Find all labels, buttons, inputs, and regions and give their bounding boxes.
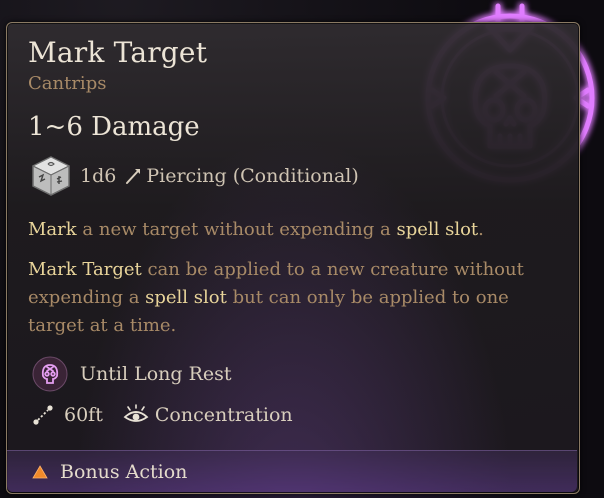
duration-row: Until Long Rest [32, 356, 232, 392]
action-cost: Bonus Action [32, 461, 187, 483]
description-text: . [478, 219, 484, 240]
duration-text: Until Long Rest [80, 363, 232, 385]
keyword-mark-target: Mark Target [28, 259, 142, 280]
description-line-1: Mark a new target without expending a sp… [28, 216, 548, 244]
description-text: a new target without expending a [76, 219, 397, 240]
concentration-eye-icon [123, 404, 149, 422]
spell-title: Mark Target [28, 36, 208, 69]
description-paragraph-2: Mark Target can be applied to a new crea… [28, 256, 548, 340]
range-icon [33, 405, 53, 425]
keyword-spell-slot: spell slot [396, 219, 479, 240]
concentration-text: Concentration [154, 404, 293, 426]
spell-category: Cantrips [28, 73, 107, 94]
keyword-mark: Mark [28, 219, 77, 240]
dice-value: 1d6 [80, 165, 117, 187]
damage-type: Piercing (Conditional) [146, 165, 359, 187]
damage-range: 1~6 Damage [28, 112, 200, 142]
bonus-action-triangle-icon [32, 465, 48, 479]
action-cost-text: Bonus Action [60, 461, 188, 483]
range-concentration-row: 60ft Concentration [32, 404, 293, 426]
skull-condition-icon[interactable] [32, 356, 68, 392]
damage-dice-row: 1d6 Piercing (Conditional) [30, 154, 359, 198]
piercing-arrow-icon [126, 169, 141, 184]
d6-die-icon [31, 156, 71, 196]
range-value: 60ft [64, 404, 103, 426]
keyword-spell-slot: spell slot [145, 287, 227, 308]
